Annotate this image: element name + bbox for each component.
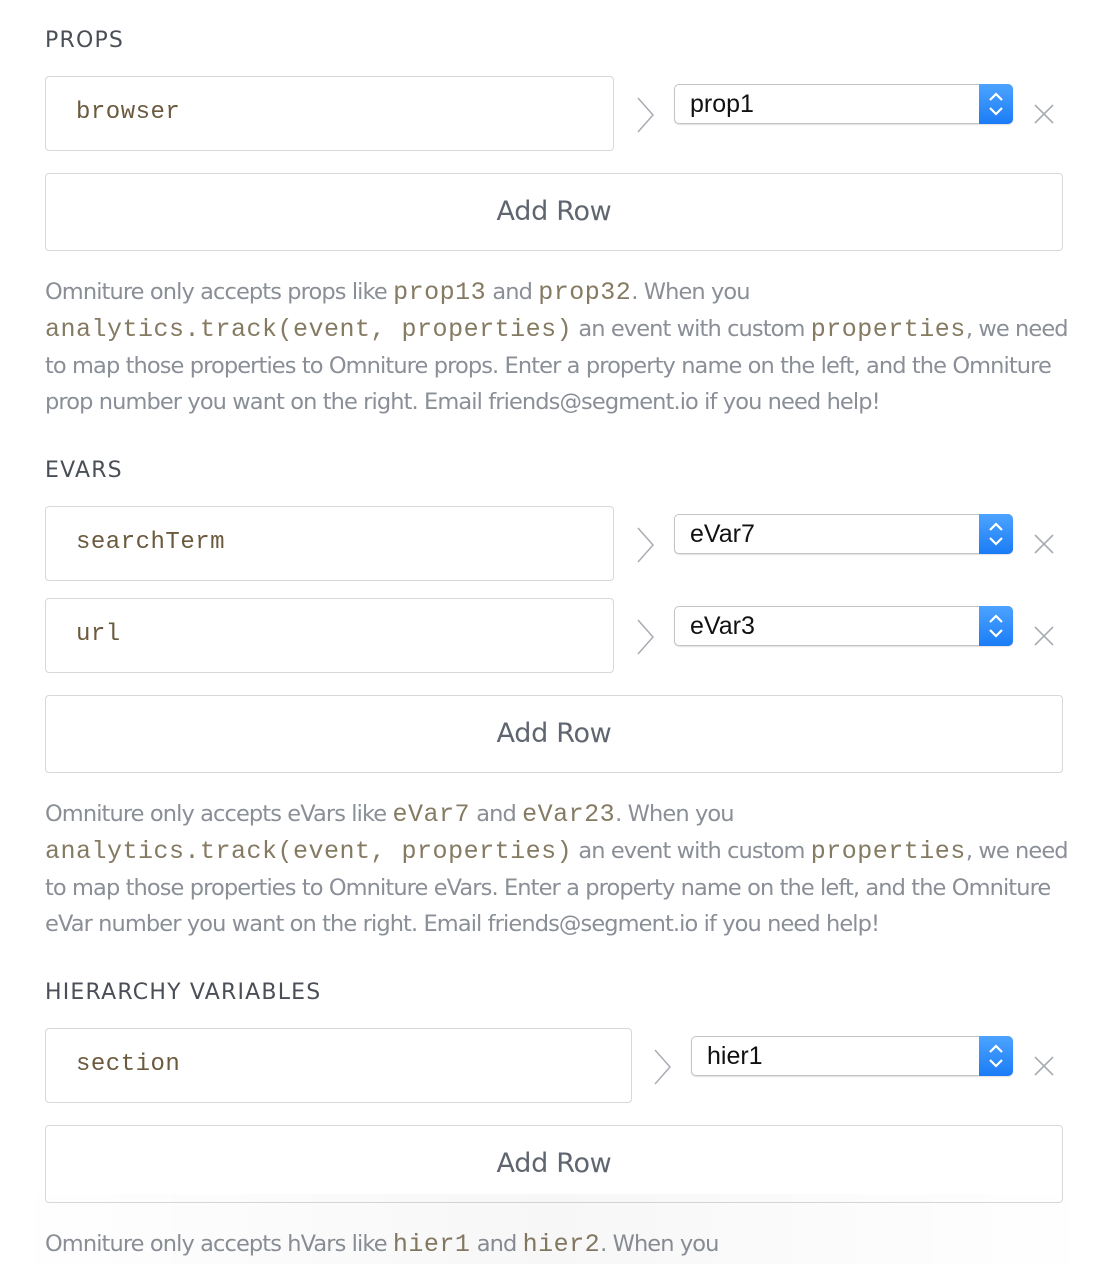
- help-text: Omniture only accepts props like: [45, 279, 394, 305]
- evars-help-text: Omniture only accepts eVars like eVar7 a…: [45, 796, 1075, 942]
- prop-select[interactable]: prop1: [674, 84, 1013, 124]
- mapping-row: browser prop1: [0, 76, 1104, 152]
- close-icon[interactable]: [1033, 103, 1055, 125]
- property-name-input[interactable]: searchTerm: [45, 506, 614, 581]
- help-text: an event with custom: [572, 316, 811, 342]
- mapping-row: searchTerm eVar7: [0, 506, 1104, 582]
- code-snippet: analytics.track(event, properties): [45, 315, 573, 344]
- add-row-button[interactable]: Add Row: [45, 173, 1063, 251]
- chevron-right-icon: [637, 619, 655, 655]
- select-value: hier1: [707, 1042, 763, 1070]
- close-icon[interactable]: [1033, 625, 1055, 647]
- code-snippet: hier1: [392, 1230, 471, 1259]
- code-snippet: properties: [810, 315, 966, 344]
- mapping-row: section hier1: [0, 1028, 1104, 1104]
- section-title-evars: EVARS: [45, 458, 123, 483]
- help-text: and: [470, 1231, 523, 1257]
- chevron-right-icon: [637, 97, 655, 133]
- evar-select[interactable]: eVar3: [674, 606, 1013, 646]
- close-icon[interactable]: [1033, 533, 1055, 555]
- help-text: . When you: [631, 279, 750, 305]
- chevron-right-icon: [654, 1049, 672, 1085]
- mapping-row: url eVar3: [0, 598, 1104, 674]
- up-down-stepper-icon: [979, 606, 1013, 646]
- close-icon[interactable]: [1033, 1055, 1055, 1077]
- up-down-stepper-icon: [979, 84, 1013, 124]
- hvar-select[interactable]: hier1: [691, 1036, 1013, 1076]
- up-down-stepper-icon: [979, 1036, 1013, 1076]
- code-snippet: eVar7: [392, 800, 471, 829]
- evar-select[interactable]: eVar7: [674, 514, 1013, 554]
- section-title-props: PROPS: [45, 28, 125, 53]
- help-text: . When you: [600, 1231, 719, 1257]
- code-snippet: properties: [810, 837, 966, 866]
- hierarchy-help-text: Omniture only accepts hVars like hier1 a…: [45, 1226, 1075, 1263]
- add-row-button[interactable]: Add Row: [45, 1125, 1063, 1203]
- select-value: eVar7: [690, 520, 755, 548]
- property-name-input[interactable]: browser: [45, 76, 614, 151]
- code-snippet: prop13: [393, 278, 487, 307]
- property-name-input[interactable]: url: [45, 598, 614, 673]
- code-snippet: analytics.track(event, properties): [45, 837, 573, 866]
- add-row-button[interactable]: Add Row: [45, 695, 1063, 773]
- code-snippet: eVar23: [522, 800, 616, 829]
- help-text: . When you: [615, 801, 734, 827]
- select-value: prop1: [690, 90, 754, 118]
- section-title-hierarchy: HIERARCHY VARIABLES: [45, 980, 322, 1005]
- props-help-text: Omniture only accepts props like prop13 …: [45, 274, 1075, 420]
- help-text: Omniture only accepts hVars like: [45, 1231, 393, 1257]
- select-value: eVar3: [690, 612, 755, 640]
- help-text: Omniture only accepts eVars like: [45, 801, 393, 827]
- chevron-right-icon: [637, 527, 655, 563]
- help-text: and: [470, 801, 523, 827]
- code-snippet: hier2: [522, 1230, 601, 1259]
- help-text: and: [486, 279, 539, 305]
- property-name-input[interactable]: section: [45, 1028, 632, 1103]
- help-text: an event with custom: [572, 838, 811, 864]
- code-snippet: prop32: [538, 278, 632, 307]
- up-down-stepper-icon: [979, 514, 1013, 554]
